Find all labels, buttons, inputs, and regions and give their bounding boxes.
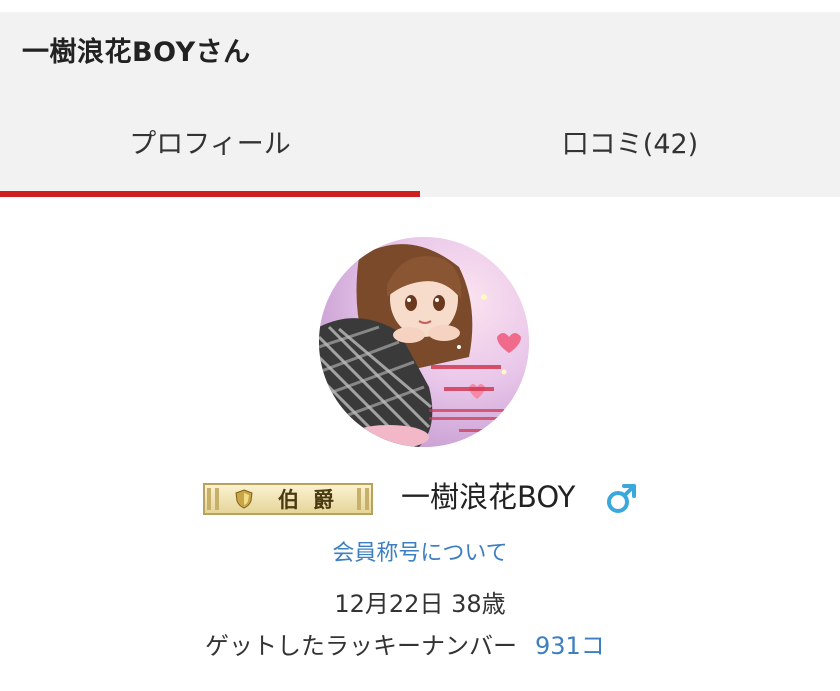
page-title: 一樹浪花BOYさん (22, 37, 251, 68)
profile-header: 一樹浪花BOYさん プロフィール 口コミ(42) (0, 12, 840, 197)
tab-bar: プロフィール 口コミ(42) (0, 100, 840, 197)
avatar-image (319, 237, 529, 447)
user-name: 一樹浪花BOY (401, 480, 576, 514)
tab-profile[interactable]: プロフィール (0, 100, 420, 197)
badge-bar-left-inner (215, 488, 219, 510)
badge-bar-right-inner (357, 488, 361, 510)
shield-icon (235, 489, 253, 509)
profile-content: 伯爵 一樹浪花BOY 会員称号について 12月22日 38歳 ゲットしたラッキー… (0, 197, 840, 691)
status-strip (0, 0, 840, 12)
lucky-number-label: ゲットしたラッキーナンバー (205, 632, 517, 660)
name-row: 伯爵 一樹浪花BOY (0, 477, 840, 521)
badge-bar-right (365, 488, 369, 510)
birthday-age: 12月22日 38歳 (334, 590, 506, 618)
lucky-number-count[interactable]: 931コ (535, 632, 605, 660)
male-symbol-icon (607, 484, 636, 513)
badge-bar-left (207, 488, 211, 510)
member-title-link[interactable]: 会員称号について (0, 535, 840, 567)
avatar (319, 237, 529, 447)
lucky-number-row: ゲットしたラッキーナンバー 931コ (205, 626, 605, 661)
rank-badge: 伯爵 (203, 483, 373, 515)
rank-label: 伯爵 (278, 487, 348, 512)
tab-reviews[interactable]: 口コミ(42) (420, 100, 840, 197)
